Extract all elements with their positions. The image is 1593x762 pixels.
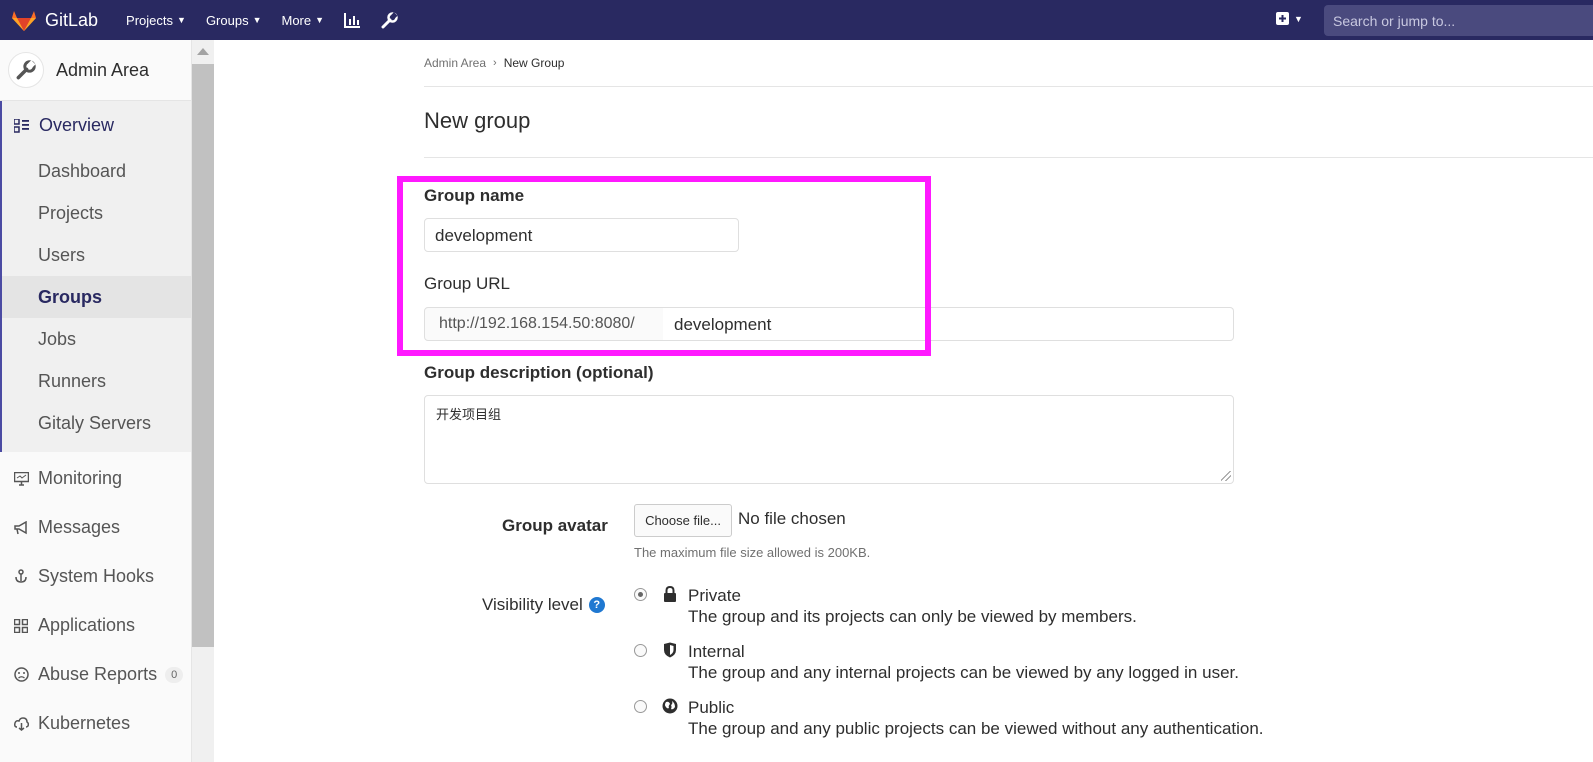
groups-menu-label: Groups — [205, 12, 249, 28]
group-description-textarea[interactable]: 开发项目组 — [424, 395, 1234, 484]
globe-icon — [661, 697, 679, 715]
megaphone-icon — [12, 520, 30, 535]
group-description-label: Group description (optional) — [424, 363, 654, 382]
projects-menu[interactable]: Projects ▼ — [126, 13, 186, 28]
lock-icon — [661, 585, 679, 603]
sidebar-item-groups[interactable]: Groups — [2, 276, 191, 318]
visibility-public-desc: The group and any public projects can be… — [688, 719, 1264, 738]
resize-handle-icon[interactable] — [1221, 471, 1231, 481]
annotation-highlight-box — [397, 176, 931, 356]
visibility-private-desc: The group and its projects can only be v… — [688, 607, 1137, 626]
sidebar-item-system-hooks[interactable]: System Hooks — [0, 552, 191, 601]
sidebar-item-jobs[interactable]: Jobs — [2, 318, 191, 360]
gitlab-logo[interactable]: GitLab — [11, 8, 98, 32]
kubernetes-icon — [12, 716, 30, 731]
more-menu-label: More — [281, 12, 312, 28]
admin-wrench-icon[interactable] — [381, 11, 398, 29]
monitor-icon — [12, 471, 30, 486]
sidebar-item-dashboard[interactable]: Dashboard — [2, 150, 191, 192]
messages-label: Messages — [38, 517, 121, 537]
new-item-dropdown[interactable]: ▼ — [1276, 12, 1303, 25]
divider — [424, 86, 1593, 87]
visibility-public-title: Public — [688, 698, 735, 717]
abuse-reports-count-badge: 0 — [165, 666, 184, 683]
scrollbar-thumb[interactable] — [192, 64, 214, 647]
group-avatar-label: Group avatar — [502, 516, 608, 535]
choose-file-button[interactable]: Choose file... — [634, 504, 732, 537]
sidebar-item-messages[interactable]: Messages — [0, 503, 191, 552]
sidebar-item-kubernetes[interactable]: Kubernetes — [0, 699, 191, 748]
visibility-internal-title: Internal — [688, 642, 745, 661]
visibility-private-title: Private — [688, 586, 741, 605]
search-input[interactable]: Search or jump to... — [1324, 5, 1593, 36]
applications-icon — [12, 618, 30, 633]
hook-icon — [12, 569, 30, 584]
admin-area-title: Admin Area — [56, 59, 150, 80]
top-navbar: GitLab Projects ▼ Groups ▼ More ▼ ▼ Search … — [0, 0, 1593, 40]
abuse-icon — [12, 667, 30, 682]
breadcrumb-new-group[interactable]: New Group — [504, 56, 565, 70]
sidebar-item-projects[interactable]: Projects — [2, 192, 191, 234]
chevron-down-icon: ▼ — [1294, 13, 1303, 24]
visibility-level-label: Visibility level ? — [482, 595, 605, 615]
breadcrumb-admin-area[interactable]: Admin Area — [424, 56, 486, 70]
main-content: Admin Area › New Group New group Group n… — [214, 40, 1593, 762]
chevron-down-icon: ▼ — [315, 15, 325, 25]
chevron-down-icon: ▼ — [177, 15, 186, 25]
group-description-value: 开发项目组 — [436, 408, 502, 423]
scroll-up-arrow-icon[interactable] — [197, 48, 209, 55]
sidebar-item-applications[interactable]: Applications — [0, 601, 191, 650]
more-menu[interactable]: More ▼ — [282, 13, 325, 28]
sidebar-item-overview[interactable]: Overview — [2, 101, 191, 150]
visibility-level-text: Visibility level — [482, 595, 583, 614]
visibility-private-radio[interactable] — [634, 588, 647, 601]
no-file-chosen-text: No file chosen — [738, 509, 846, 528]
overview-subitems: Dashboard Projects Users Groups Jobs Run… — [2, 150, 191, 452]
sidebar-item-monitoring[interactable]: Monitoring — [0, 454, 191, 503]
page-title: New group — [424, 108, 531, 133]
sidebar-item-runners[interactable]: Runners — [2, 360, 191, 402]
sidebar-scrollbar[interactable] — [192, 40, 214, 762]
wrench-icon — [16, 60, 36, 80]
visibility-public-radio[interactable] — [634, 700, 647, 713]
kubernetes-label: Kubernetes — [38, 713, 131, 733]
shield-icon — [661, 641, 679, 659]
chevron-right-icon: › — [493, 57, 497, 69]
chevron-down-icon: ▼ — [252, 15, 262, 25]
visibility-internal-desc: The group and any internal projects can … — [688, 663, 1239, 682]
groups-menu[interactable]: Groups ▼ — [206, 13, 262, 28]
overview-label: Overview — [39, 115, 115, 135]
question-circle-icon[interactable]: ? — [588, 597, 605, 613]
overview-section: Overview Dashboard Projects Users Groups… — [0, 101, 191, 452]
avatar-size-help: The maximum file size allowed is 200KB. — [634, 545, 871, 560]
divider — [424, 157, 1593, 158]
system-hooks-label: System Hooks — [38, 566, 155, 586]
admin-area-header[interactable]: Admin Area — [0, 40, 191, 101]
visibility-internal-radio[interactable] — [634, 644, 647, 657]
brand-name: GitLab — [45, 9, 99, 30]
applications-label: Applications — [38, 615, 136, 635]
overview-icon — [14, 118, 29, 133]
admin-sidebar: Admin Area Overview Dashboard Projects U… — [0, 40, 192, 762]
plus-square-icon — [1276, 12, 1289, 25]
sidebar-item-users[interactable]: Users — [2, 234, 191, 276]
sidebar-item-abuse-reports[interactable]: Abuse Reports 0 — [0, 650, 191, 699]
admin-avatar — [8, 52, 44, 88]
abuse-reports-label: Abuse Reports — [38, 664, 158, 684]
gitlab-tanuki-icon — [12, 11, 36, 31]
breadcrumb: Admin Area › New Group — [424, 56, 564, 70]
monitoring-label: Monitoring — [38, 468, 123, 488]
sidebar-item-gitaly-servers[interactable]: Gitaly Servers — [2, 402, 191, 444]
activity-chart-icon[interactable] — [344, 12, 361, 28]
projects-menu-label: Projects — [126, 12, 174, 28]
